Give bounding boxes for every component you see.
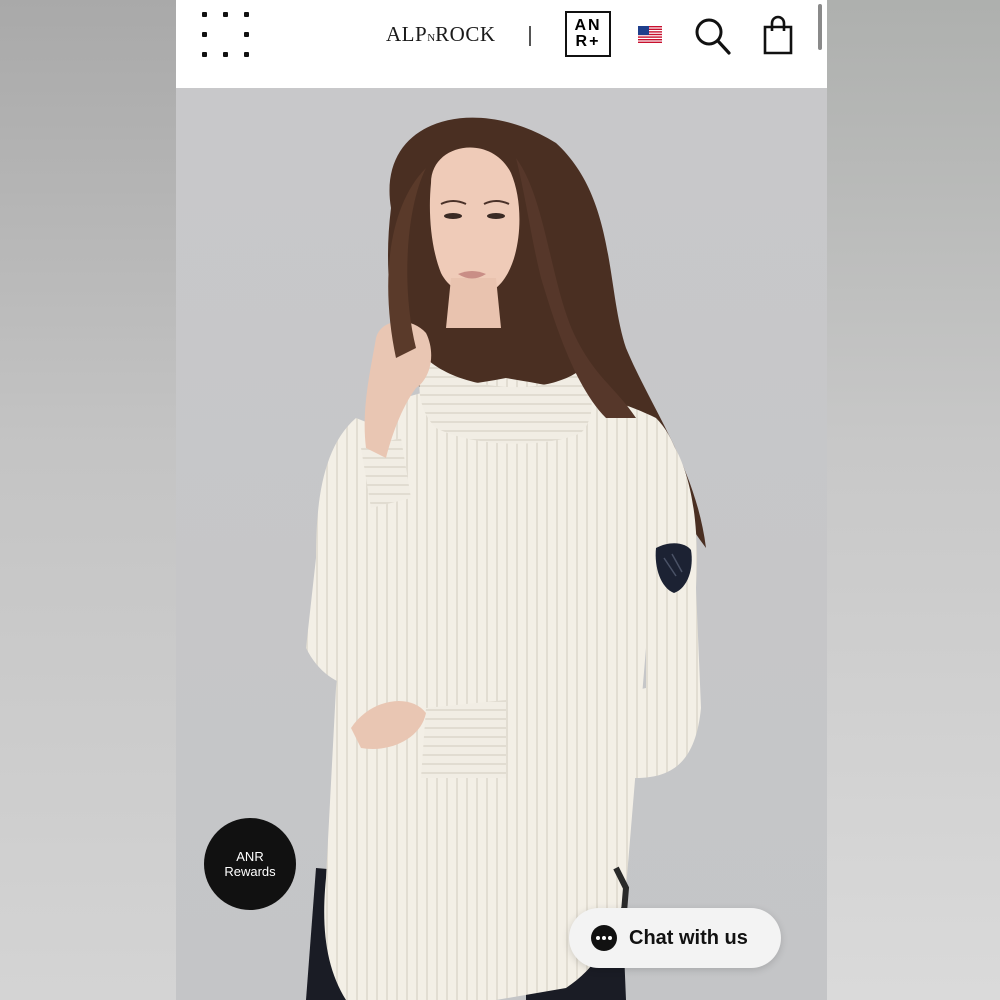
brand-logo-small: N [427,32,436,44]
site-header: ALPNROCK AN R+ [176,0,827,88]
chat-label: Chat with us [629,926,748,949]
grid-dots-icon[interactable] [202,12,254,60]
chat-bubble-icon [591,925,617,951]
search-icon[interactable] [694,16,732,56]
anr-rewards-button[interactable]: ANR Rewards [204,818,296,910]
blurred-background-right [827,0,1000,1000]
header-divider [529,26,531,46]
rewards-line1: ANR [236,849,264,864]
anr-plus-line2: R+ [575,33,601,50]
chat-with-us-button[interactable]: Chat with us [569,908,781,968]
brand-logo[interactable]: ALPNROCK [386,22,496,47]
blurred-background-left [0,0,176,1000]
us-flag-icon[interactable] [638,26,662,43]
anr-plus-logo-button[interactable]: AN R+ [565,11,611,57]
rewards-line2: Rewards [224,864,276,879]
anr-plus-line1: AN [574,17,602,34]
scrollbar[interactable] [818,4,822,50]
shopping-bag-icon[interactable] [762,15,794,55]
phone-screen: ALPNROCK AN R+ ANR Rewards Chat with us [176,0,827,1000]
brand-logo-end: ROCK [435,22,496,46]
brand-logo-part: ALP [386,22,428,46]
